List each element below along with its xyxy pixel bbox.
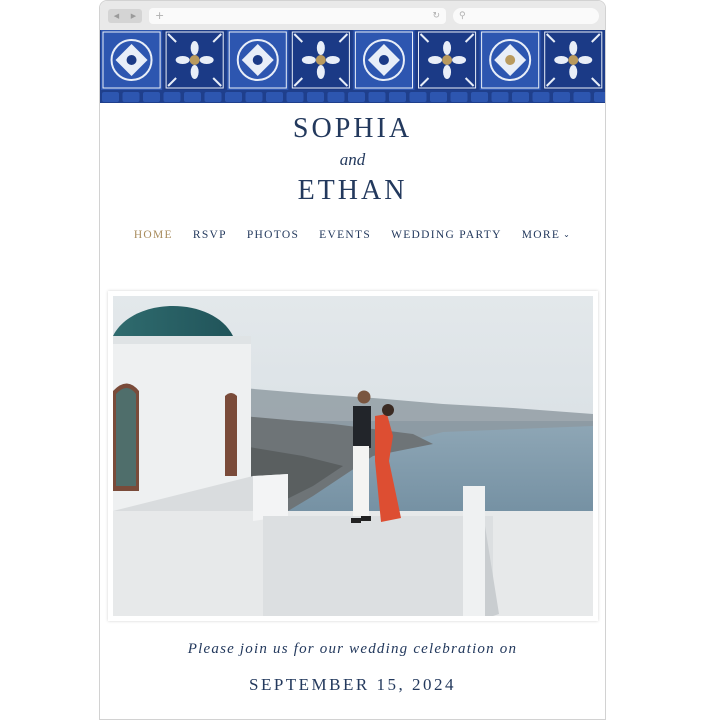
tile-strip [553, 92, 570, 102]
tile-strip [573, 92, 591, 102]
tile-strip [143, 92, 160, 102]
tile-strip [368, 92, 386, 102]
tile-petal [428, 56, 443, 64]
plus-icon[interactable]: + [155, 8, 164, 24]
tile-center [568, 55, 579, 65]
tile-strip [204, 92, 222, 102]
nav-more-label: MORE [521, 229, 561, 241]
tile-center [378, 55, 389, 65]
nav-more[interactable]: MORE ⌄ [522, 229, 571, 241]
couple-names: SOPHIA and ETHAN [100, 113, 605, 207]
tile-strip [225, 92, 242, 102]
tile-petal [316, 65, 325, 79]
nav-rsvp[interactable]: RSVP [193, 229, 227, 241]
tile-strip [307, 92, 324, 102]
tile-strip [512, 92, 529, 102]
tile-strip [327, 92, 345, 102]
second-name: ETHAN [297, 175, 408, 206]
tile-petal [554, 56, 569, 64]
tile-strip [163, 92, 181, 102]
reload-icon[interactable]: ↻ [432, 8, 440, 24]
tile-strip [266, 92, 283, 102]
tile-petal [316, 41, 325, 55]
tile-strip [471, 92, 488, 102]
tile-center [315, 55, 326, 65]
tile-center [252, 55, 263, 65]
hero-photo-frame [108, 291, 598, 621]
tile-strip [491, 92, 509, 102]
and-text: and [339, 150, 366, 169]
tile-strip [122, 92, 140, 102]
tile-center [126, 55, 137, 65]
tile-petal [199, 56, 214, 64]
tile-petal [175, 56, 190, 64]
couple-photo [113, 296, 593, 616]
tile-strip [409, 92, 427, 102]
tile-strip [102, 92, 119, 102]
tile-strip [245, 92, 263, 102]
tile-petal [325, 56, 340, 64]
nav-home[interactable]: HOME [134, 229, 173, 241]
tile-petal [443, 41, 452, 55]
address-bar[interactable]: + ↻ [149, 8, 446, 24]
tile-center [189, 55, 200, 65]
tile-strip [389, 92, 406, 102]
forward-arrow-icon[interactable]: ▶ [131, 12, 136, 20]
history-buttons: ◀ ▶ [108, 9, 142, 23]
tile-strip [450, 92, 468, 102]
nav-wedding-party[interactable]: WEDDING PARTY [391, 229, 502, 241]
hero-photo [113, 296, 593, 616]
tile-strip [594, 92, 605, 102]
tile-strip [430, 92, 447, 102]
wedding-date: SEPTEMBER 15, 2024 [249, 675, 456, 694]
tile-petal [569, 65, 578, 79]
tile-petal [190, 41, 199, 55]
tile-petal [301, 56, 316, 64]
back-arrow-icon[interactable]: ◀ [114, 12, 119, 20]
tile-petal [452, 56, 467, 64]
magnifier-icon: ⚲ [459, 11, 466, 21]
tile-strip [532, 92, 550, 102]
tile-banner [100, 30, 605, 103]
search-bar[interactable]: ⚲ [453, 8, 599, 24]
tile-strip [286, 92, 304, 102]
tile-petal [569, 41, 578, 55]
site-nav: HOME RSVP PHOTOS EVENTS WEDDING PARTY MO… [100, 229, 605, 241]
tile-center [442, 55, 453, 65]
tile-petal [190, 65, 199, 79]
tile-strip [184, 92, 201, 102]
nav-events[interactable]: EVENTS [319, 229, 371, 241]
browser-toolbar: ◀ ▶ + ↻ ⚲ [100, 1, 605, 30]
tile-petal [578, 56, 593, 64]
invite-text: Please join us for our wedding celebrati… [187, 641, 518, 657]
nav-photos[interactable]: PHOTOS [247, 229, 299, 241]
tile-strip [348, 92, 365, 102]
tile-pattern [101, 30, 605, 102]
browser-window: ◀ ▶ + ↻ ⚲ SOPHIA and ETHAN HOME RSVP PHO… [99, 0, 606, 720]
tile-petal [443, 65, 452, 79]
chevron-down-icon: ⌄ [563, 230, 572, 239]
tile-center [505, 55, 516, 65]
first-name: SOPHIA [292, 113, 413, 144]
